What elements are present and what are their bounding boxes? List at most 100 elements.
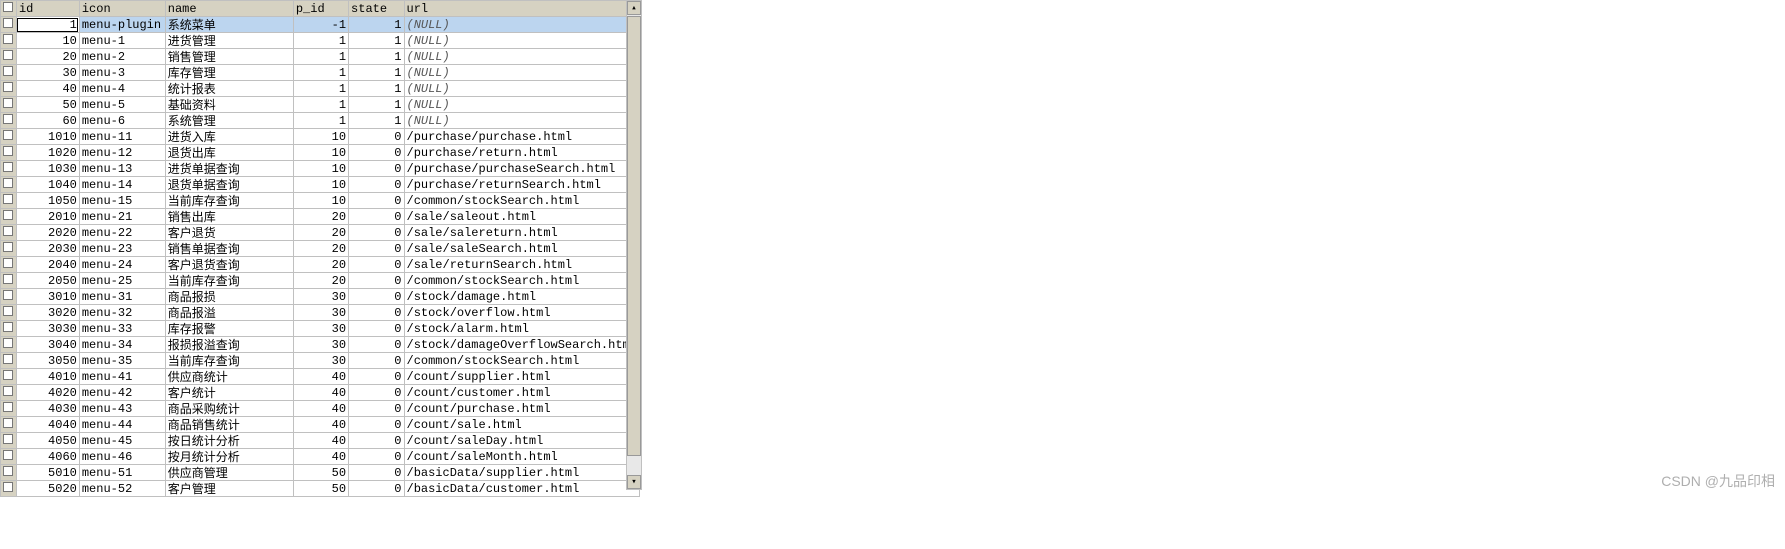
cell-state[interactable]: 0: [349, 225, 404, 241]
cell-pid[interactable]: 10: [293, 129, 348, 145]
table-row[interactable]: 1030menu-13进货单据查询100/purchase/purchaseSe…: [1, 161, 640, 177]
row-checkbox-cell[interactable]: [1, 225, 17, 241]
row-checkbox-cell[interactable]: [1, 273, 17, 289]
checkbox-icon[interactable]: [3, 370, 13, 380]
cell-pid[interactable]: 40: [293, 369, 348, 385]
vertical-scrollbar[interactable]: ▴ ▾: [626, 0, 642, 490]
cell-url[interactable]: (NULL): [404, 113, 640, 129]
checkbox-icon[interactable]: [3, 130, 13, 140]
cell-name[interactable]: 系统菜单: [165, 17, 293, 33]
cell-url[interactable]: (NULL): [404, 81, 640, 97]
header-id[interactable]: id: [16, 1, 79, 17]
cell-state[interactable]: 0: [349, 161, 404, 177]
checkbox-icon[interactable]: [3, 290, 13, 300]
cell-state[interactable]: 1: [349, 65, 404, 81]
table-row[interactable]: 1040menu-14退货单据查询100/purchase/returnSear…: [1, 177, 640, 193]
cell-id[interactable]: 40: [16, 81, 79, 97]
cell-url[interactable]: /stock/overflow.html: [404, 305, 640, 321]
table-row[interactable]: 50menu-5基础资料11(NULL): [1, 97, 640, 113]
cell-id[interactable]: 60: [16, 113, 79, 129]
row-checkbox-cell[interactable]: [1, 481, 17, 497]
cell-name[interactable]: 报损报溢查询: [165, 337, 293, 353]
cell-state[interactable]: 0: [349, 273, 404, 289]
cell-url[interactable]: /count/saleMonth.html: [404, 449, 640, 465]
row-checkbox-cell[interactable]: [1, 241, 17, 257]
table-row[interactable]: 60menu-6系统管理11(NULL): [1, 113, 640, 129]
checkbox-icon[interactable]: [3, 386, 13, 396]
table-row[interactable]: 30menu-3库存管理11(NULL): [1, 65, 640, 81]
cell-state[interactable]: 1: [349, 113, 404, 129]
cell-name[interactable]: 商品报溢: [165, 305, 293, 321]
checkbox-icon[interactable]: [3, 274, 13, 284]
cell-pid[interactable]: 30: [293, 305, 348, 321]
cell-name[interactable]: 当前库存查询: [165, 193, 293, 209]
cell-icon[interactable]: menu-3: [79, 65, 165, 81]
row-checkbox-cell[interactable]: [1, 209, 17, 225]
cell-pid[interactable]: 20: [293, 273, 348, 289]
cell-name[interactable]: 统计报表: [165, 81, 293, 97]
cell-pid[interactable]: 40: [293, 385, 348, 401]
cell-name[interactable]: 进货单据查询: [165, 161, 293, 177]
cell-name[interactable]: 库存报警: [165, 321, 293, 337]
row-checkbox-cell[interactable]: [1, 161, 17, 177]
cell-icon[interactable]: menu-34: [79, 337, 165, 353]
row-checkbox-cell[interactable]: [1, 385, 17, 401]
row-checkbox-cell[interactable]: [1, 433, 17, 449]
cell-id[interactable]: 30: [16, 65, 79, 81]
cell-pid[interactable]: 20: [293, 225, 348, 241]
cell-name[interactable]: 进货管理: [165, 33, 293, 49]
scrollbar-thumb[interactable]: [627, 16, 641, 456]
row-checkbox-cell[interactable]: [1, 369, 17, 385]
cell-pid[interactable]: 1: [293, 65, 348, 81]
cell-icon[interactable]: menu-6: [79, 113, 165, 129]
checkbox-icon[interactable]: [3, 98, 13, 108]
checkbox-icon[interactable]: [3, 162, 13, 172]
cell-icon[interactable]: menu-33: [79, 321, 165, 337]
cell-pid[interactable]: 20: [293, 257, 348, 273]
checkbox-icon[interactable]: [3, 146, 13, 156]
cell-url[interactable]: (NULL): [404, 65, 640, 81]
checkbox-icon[interactable]: [3, 434, 13, 444]
checkbox-icon[interactable]: [3, 226, 13, 236]
row-checkbox-cell[interactable]: [1, 401, 17, 417]
cell-state[interactable]: 0: [349, 289, 404, 305]
cell-id[interactable]: 5010: [16, 465, 79, 481]
cell-id[interactable]: 2020: [16, 225, 79, 241]
header-state[interactable]: state: [349, 1, 404, 17]
cell-name[interactable]: 客户统计: [165, 385, 293, 401]
cell-pid[interactable]: -1: [293, 17, 348, 33]
cell-url[interactable]: /purchase/purchaseSearch.html: [404, 161, 640, 177]
cell-id[interactable]: 4020: [16, 385, 79, 401]
cell-state[interactable]: 1: [349, 81, 404, 97]
row-checkbox-cell[interactable]: [1, 113, 17, 129]
cell-url[interactable]: /stock/damageOverflowSearch.html: [404, 337, 640, 353]
table-row[interactable]: 1menu-plugin系统菜单-11(NULL): [1, 17, 640, 33]
cell-icon[interactable]: menu-43: [79, 401, 165, 417]
cell-icon[interactable]: menu-22: [79, 225, 165, 241]
cell-state[interactable]: 0: [349, 417, 404, 433]
cell-state[interactable]: 0: [349, 353, 404, 369]
table-row[interactable]: 5020menu-52客户管理500/basicData/customer.ht…: [1, 481, 640, 497]
cell-id[interactable]: 20: [16, 49, 79, 65]
cell-icon[interactable]: menu-plugin: [79, 17, 165, 33]
row-checkbox-cell[interactable]: [1, 305, 17, 321]
cell-state[interactable]: 0: [349, 449, 404, 465]
cell-id[interactable]: 1020: [16, 145, 79, 161]
cell-state[interactable]: 0: [349, 145, 404, 161]
table-row[interactable]: 3010menu-31商品报损300/stock/damage.html: [1, 289, 640, 305]
cell-id[interactable]: 4050: [16, 433, 79, 449]
cell-url[interactable]: /count/customer.html: [404, 385, 640, 401]
cell-id[interactable]: 4030: [16, 401, 79, 417]
cell-pid[interactable]: 20: [293, 241, 348, 257]
cell-url[interactable]: /count/purchase.html: [404, 401, 640, 417]
cell-url[interactable]: /purchase/returnSearch.html: [404, 177, 640, 193]
cell-name[interactable]: 销售管理: [165, 49, 293, 65]
cell-id[interactable]: 2010: [16, 209, 79, 225]
cell-pid[interactable]: 50: [293, 465, 348, 481]
table-row[interactable]: 3030menu-33库存报警300/stock/alarm.html: [1, 321, 640, 337]
cell-state[interactable]: 0: [349, 129, 404, 145]
cell-name[interactable]: 商品采购统计: [165, 401, 293, 417]
cell-url[interactable]: /common/stockSearch.html: [404, 353, 640, 369]
cell-name[interactable]: 退货出库: [165, 145, 293, 161]
table-row[interactable]: 4010menu-41供应商统计400/count/supplier.html: [1, 369, 640, 385]
